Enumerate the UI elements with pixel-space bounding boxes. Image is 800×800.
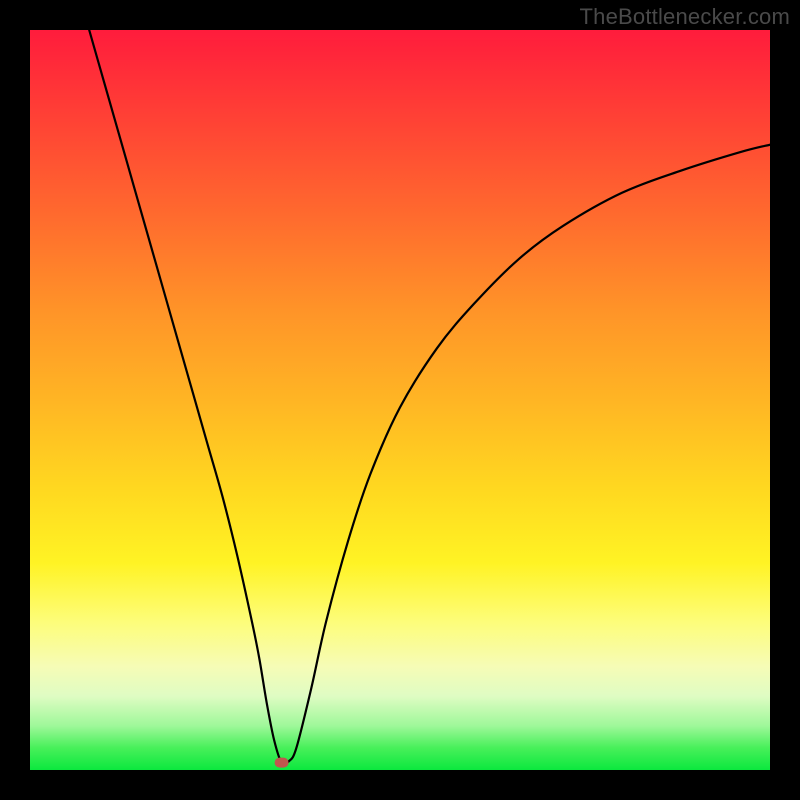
chart-svg <box>30 30 770 770</box>
bottleneck-curve <box>89 30 770 764</box>
watermark-text: TheBottlenecker.com <box>580 4 790 30</box>
plot-area <box>30 30 770 770</box>
optimum-marker <box>275 758 289 768</box>
chart-container: TheBottlenecker.com <box>0 0 800 800</box>
